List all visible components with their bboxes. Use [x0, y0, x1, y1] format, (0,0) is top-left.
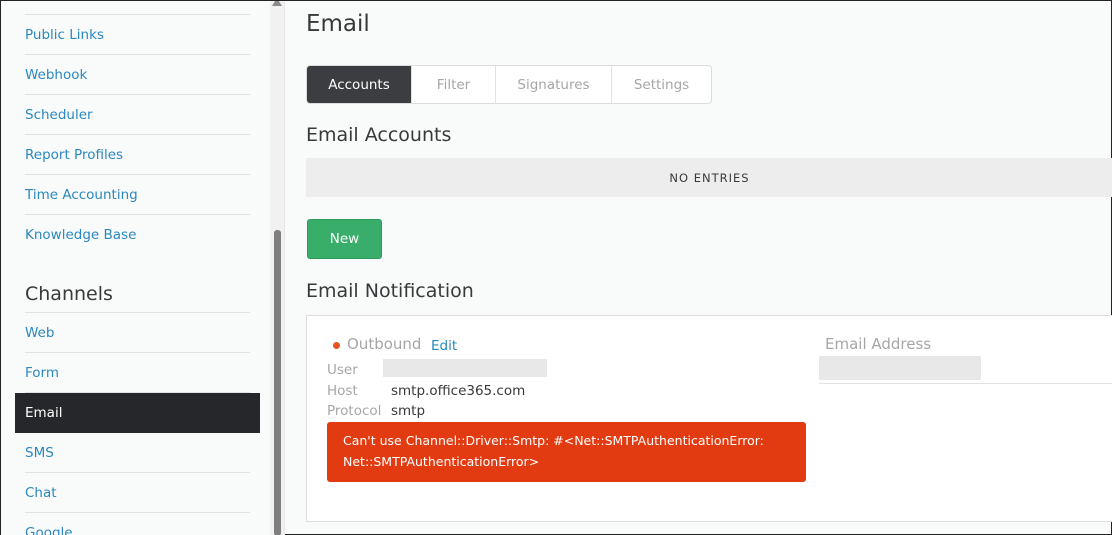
sidebar-item-sms[interactable]: SMS: [25, 433, 250, 473]
sidebar-item-email[interactable]: Email: [15, 393, 260, 433]
sidebar-section-channels: Channels: [25, 275, 250, 313]
email-address-divider: [819, 383, 1112, 384]
protocol-label: Protocol: [327, 403, 382, 419]
sidebar-item-scheduler[interactable]: Scheduler: [25, 95, 250, 135]
status-dot-icon: [333, 342, 340, 349]
error-line-2: Net::SMTPAuthenticationError>: [343, 454, 540, 469]
tab-settings[interactable]: Settings: [612, 66, 711, 103]
tab-bar: Accounts Filter Signatures Settings: [306, 65, 712, 104]
sidebar-item-report-profiles[interactable]: Report Profiles: [25, 135, 250, 175]
email-notification-panel: Outbound Edit User Host smtp.office365.c…: [306, 315, 1112, 522]
host-value: smtp.office365.com: [391, 383, 526, 399]
tab-signatures[interactable]: Signatures: [496, 66, 612, 103]
email-accounts-heading: Email Accounts: [306, 124, 452, 146]
empty-text: NO ENTRIES: [669, 170, 750, 185]
outbound-label: Outbound: [347, 335, 422, 353]
empty-accounts-placeholder: NO ENTRIES: [306, 158, 1112, 197]
page-title: Email: [306, 11, 370, 37]
sidebar-item-google[interactable]: Google: [25, 513, 250, 535]
sidebar: Public Links Webhook Scheduler Report Pr…: [1, 1, 285, 535]
scroll-up-arrow-icon[interactable]: [272, 1, 282, 6]
error-line-1: Can't use Channel::Driver::Smtp: #<Net::…: [343, 433, 764, 448]
email-address-label: Email Address: [825, 335, 932, 353]
sidebar-item-form[interactable]: Form: [25, 353, 250, 393]
tab-filter[interactable]: Filter: [412, 66, 496, 103]
new-account-button[interactable]: New: [307, 219, 382, 259]
tab-accounts[interactable]: Accounts: [307, 66, 412, 103]
sidebar-item-chat[interactable]: Chat: [25, 473, 250, 513]
sidebar-item-knowledge-base[interactable]: Knowledge Base: [25, 215, 250, 255]
sidebar-item-webhook[interactable]: Webhook: [25, 55, 250, 95]
protocol-value: smtp: [391, 403, 426, 419]
scrollbar-thumb[interactable]: [274, 230, 281, 535]
user-label: User: [327, 362, 358, 378]
email-notification-heading: Email Notification: [306, 280, 474, 302]
host-label: Host: [327, 383, 358, 399]
edit-outbound-link[interactable]: Edit: [431, 338, 457, 354]
main-content: Email Accounts Filter Signatures Setting…: [285, 1, 1112, 535]
redacted-user-value: [383, 359, 547, 377]
sidebar-item-public-links[interactable]: Public Links: [25, 15, 250, 55]
sidebar-item-tags[interactable]: [25, 1, 250, 15]
sidebar-item-time-accounting[interactable]: Time Accounting: [25, 175, 250, 215]
redacted-email-address: [819, 356, 981, 380]
error-message: Can't use Channel::Driver::Smtp: #<Net::…: [327, 422, 806, 482]
sidebar-item-web[interactable]: Web: [25, 313, 250, 353]
